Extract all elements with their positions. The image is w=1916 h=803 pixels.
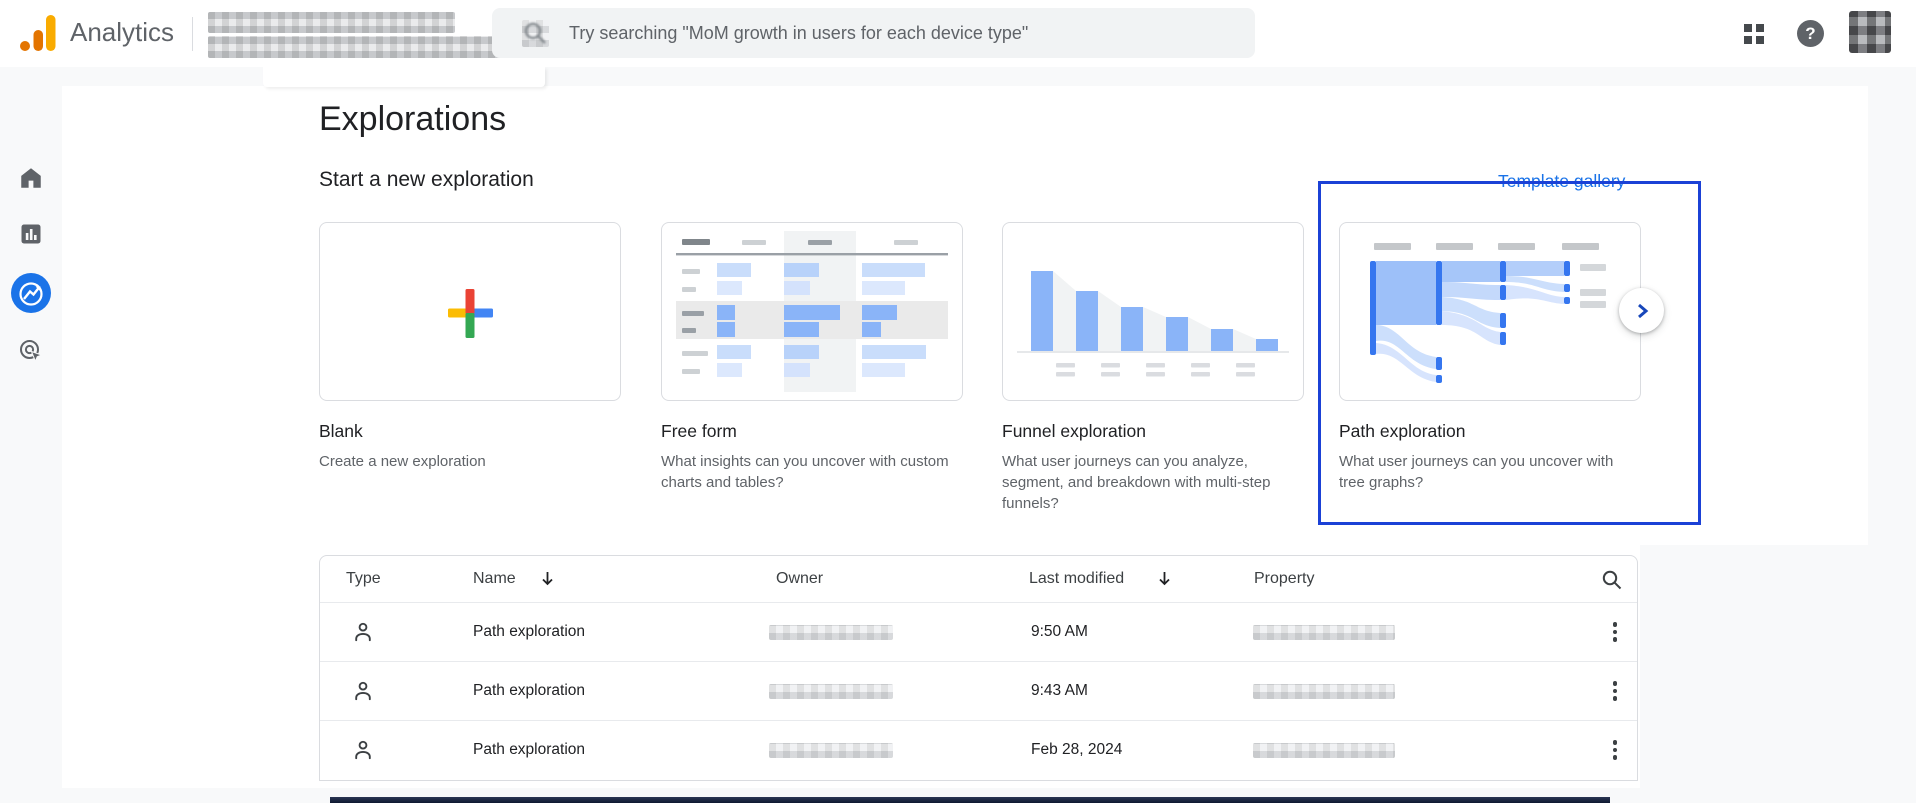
table-row[interactable]: Path exploration 9:43 AM — [320, 661, 1637, 720]
person-icon — [351, 620, 375, 649]
last-modified-value: Feb 28, 2024 — [1031, 741, 1123, 758]
column-header-name[interactable]: Name — [473, 570, 516, 588]
person-icon — [351, 679, 375, 708]
property-redacted — [1253, 684, 1395, 699]
template-gallery-link[interactable]: Template gallery — [1498, 171, 1625, 192]
chevron-right-icon — [1637, 303, 1648, 318]
background-gutter — [1640, 545, 1868, 788]
plus-icon — [448, 289, 493, 338]
sidebar-item-advertising[interactable] — [18, 338, 44, 364]
row-menu-icon[interactable] — [1603, 620, 1627, 644]
template-title: Funnel exploration — [1002, 421, 1146, 441]
row-menu-icon[interactable] — [1603, 679, 1627, 703]
section-heading: Start a new exploration — [319, 168, 534, 191]
advertising-icon — [20, 340, 43, 363]
home-icon — [21, 168, 41, 188]
property-redacted — [1253, 625, 1395, 640]
person-icon — [351, 738, 375, 767]
table-row[interactable]: Path exploration Feb 28, 2024 — [320, 720, 1637, 779]
explorations-table: Type Name Owner Last modified Property P… — [319, 555, 1638, 781]
exploration-name: Path exploration — [473, 741, 586, 758]
search-placeholder: Try searching "MoM growth in users for e… — [569, 22, 1029, 43]
template-description: What user journeys can you analyze, segm… — [1002, 453, 1271, 512]
template-card-path-exploration[interactable]: Path exploration What user journeys can … — [1339, 222, 1641, 493]
owner-redacted — [769, 743, 893, 758]
header-divider — [192, 17, 193, 51]
last-modified-value: 9:43 AM — [1031, 682, 1088, 699]
table-header-row: Type Name Owner Last modified Property — [320, 556, 1637, 602]
row-menu-icon[interactable] — [1603, 738, 1627, 762]
search-input[interactable]: Try searching "MoM growth in users for e… — [492, 8, 1255, 58]
table-search-icon[interactable] — [1600, 568, 1624, 592]
page-title: Explorations — [319, 100, 507, 138]
sort-descending-icon[interactable] — [1156, 570, 1173, 592]
blank-thumbnail — [319, 222, 621, 401]
column-header-last-modified[interactable]: Last modified — [1029, 570, 1124, 588]
table-row[interactable]: Path exploration 9:50 AM — [320, 602, 1637, 661]
sidebar-item-explore[interactable] — [11, 273, 51, 313]
property-redacted — [1253, 743, 1395, 758]
app-title: Analytics — [70, 17, 175, 47]
explore-icon — [19, 282, 43, 306]
sidebar-item-reports[interactable] — [19, 222, 43, 246]
template-description: Create a new exploration — [319, 453, 486, 470]
apps-grid-icon[interactable] — [1744, 24, 1764, 44]
search-icon — [522, 19, 549, 47]
template-title: Path exploration — [1339, 421, 1466, 441]
app-header: Analytics Try searching "MoM growth in u… — [0, 0, 1916, 67]
last-modified-value: 9:50 AM — [1031, 623, 1088, 640]
owner-redacted — [769, 625, 893, 640]
sort-descending-icon[interactable] — [539, 570, 556, 592]
column-header-property: Property — [1254, 570, 1315, 587]
column-header-type: Type — [346, 570, 381, 587]
template-description: What user journeys can you uncover with … — [1339, 453, 1614, 491]
owner-redacted — [769, 684, 893, 699]
account-name-redacted — [208, 12, 455, 33]
template-card-blank[interactable]: Blank Create a new exploration — [319, 222, 621, 472]
path-thumbnail — [1339, 222, 1641, 401]
ga-explorations-page: Analytics Try searching "MoM growth in u… — [0, 0, 1916, 803]
exploration-name: Path exploration — [473, 623, 586, 640]
sidebar-item-home[interactable] — [18, 165, 44, 191]
bar-chart-icon — [21, 224, 41, 244]
template-description: What insights can you uncover with custo… — [661, 453, 949, 491]
column-header-owner: Owner — [776, 570, 824, 587]
template-title: Free form — [661, 421, 737, 441]
exploration-name: Path exploration — [473, 682, 586, 699]
account-switcher-panel-edge — [263, 67, 545, 87]
help-icon[interactable]: ? — [1797, 20, 1824, 47]
avatar[interactable] — [1849, 11, 1891, 53]
bottom-edge-bar — [330, 797, 1610, 803]
funnel-thumbnail — [1002, 222, 1304, 401]
template-card-funnel-exploration[interactable]: Funnel exploration What user journeys ca… — [1002, 222, 1304, 514]
carousel-next-button[interactable] — [1619, 288, 1664, 333]
template-card-free-form[interactable]: Free form What insights can you uncover … — [661, 222, 963, 493]
template-title: Blank — [319, 421, 363, 441]
sidebar-nav — [0, 67, 62, 803]
google-analytics-logo-icon[interactable] — [18, 13, 58, 53]
free-form-thumbnail — [661, 222, 963, 401]
